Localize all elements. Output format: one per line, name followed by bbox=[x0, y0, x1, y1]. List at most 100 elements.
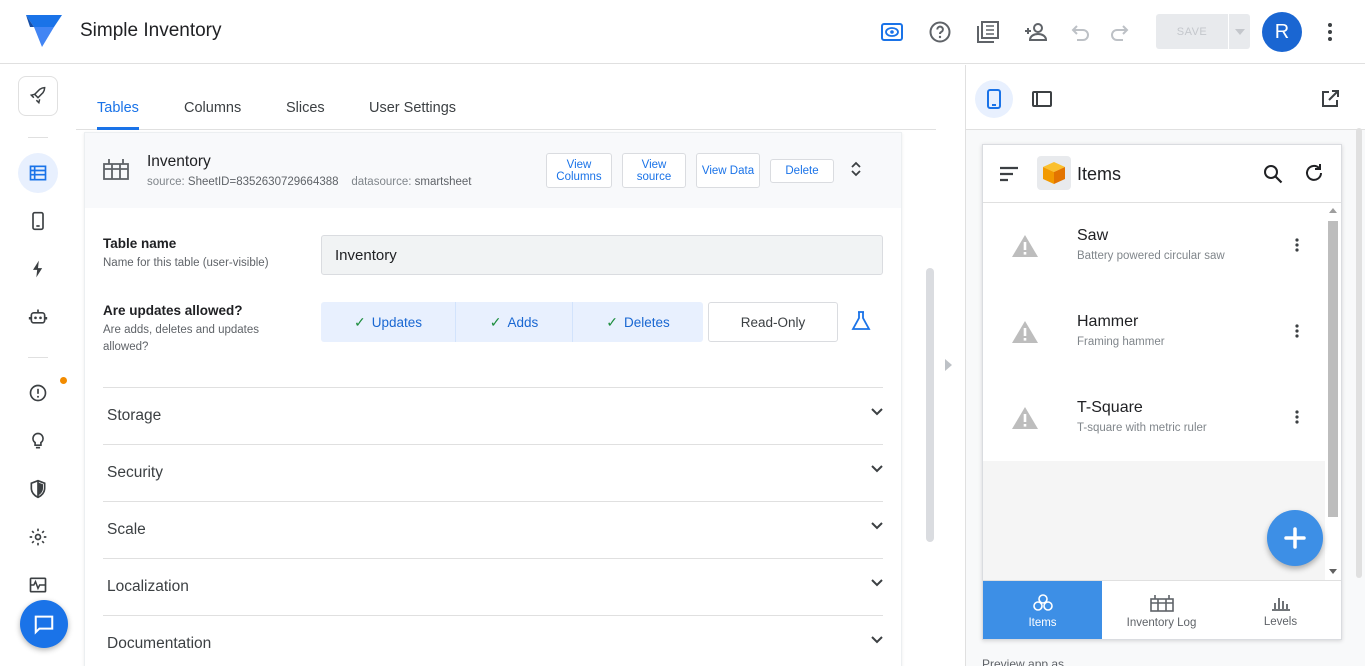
more-vert-icon[interactable] bbox=[1295, 324, 1299, 338]
search-icon[interactable] bbox=[1263, 164, 1283, 184]
deletes-toggle[interactable]: ✓ Deletes bbox=[572, 302, 703, 342]
more-vert-icon[interactable] bbox=[1295, 238, 1299, 252]
check-icon: ✓ bbox=[353, 313, 366, 330]
section-documentation[interactable]: Documentation bbox=[103, 615, 883, 666]
view-source-button[interactable]: View source bbox=[622, 153, 686, 188]
bar-chart-icon bbox=[1271, 597, 1290, 611]
check-icon: ✓ bbox=[489, 313, 502, 330]
chevron-down-icon bbox=[871, 579, 883, 587]
nav-items[interactable]: Items bbox=[983, 581, 1102, 639]
appsheet-logo[interactable] bbox=[26, 15, 62, 47]
adds-toggle[interactable]: ✓ Adds bbox=[455, 302, 572, 342]
mobile-preview-icon[interactable] bbox=[975, 80, 1013, 118]
active-tab-indicator bbox=[97, 127, 139, 130]
check-icon: ✓ bbox=[606, 313, 618, 330]
chevron-down-icon bbox=[871, 408, 883, 416]
open-in-new-icon[interactable] bbox=[1311, 80, 1349, 118]
plus-icon bbox=[1284, 527, 1306, 549]
lightbulb-icon[interactable] bbox=[18, 421, 58, 461]
menu-icon[interactable] bbox=[999, 166, 1019, 182]
warning-icon bbox=[1012, 321, 1038, 343]
app-scroll-thumb[interactable] bbox=[1328, 221, 1338, 517]
table-icon bbox=[1149, 594, 1174, 612]
section-scale[interactable]: Scale bbox=[103, 501, 883, 558]
notification-dot bbox=[60, 377, 67, 384]
chat-icon bbox=[34, 615, 54, 635]
preview-panel-scrollbar[interactable] bbox=[1356, 128, 1362, 578]
tab-tables[interactable]: Tables bbox=[97, 100, 139, 116]
monitoring-icon[interactable] bbox=[18, 565, 58, 605]
more-vert-icon[interactable] bbox=[1295, 410, 1299, 424]
app-bottom-nav: Items Inventory Log Levels bbox=[983, 580, 1341, 639]
redo-icon[interactable] bbox=[1106, 18, 1134, 46]
section-storage[interactable]: Storage bbox=[103, 387, 883, 444]
add-item-button[interactable] bbox=[1267, 510, 1323, 566]
table-icon bbox=[103, 159, 129, 180]
avatar[interactable]: R bbox=[1262, 12, 1302, 52]
boxes-icon bbox=[1032, 593, 1053, 611]
section-security[interactable]: Security bbox=[103, 444, 883, 501]
view-data-button[interactable]: View Data bbox=[696, 153, 760, 188]
delete-button[interactable]: Delete bbox=[770, 159, 834, 183]
app-preview-frame: Items Saw Battery powered circular saw H… bbox=[982, 144, 1342, 640]
rocket-icon[interactable] bbox=[18, 76, 58, 116]
table-card-header[interactable]: Inventory source: SheetID=83526307296643… bbox=[85, 133, 901, 208]
view-columns-button[interactable]: View Columns bbox=[546, 153, 612, 188]
flask-icon[interactable] bbox=[851, 311, 871, 331]
add-person-icon[interactable] bbox=[1022, 18, 1050, 46]
nav-inventory-log[interactable]: Inventory Log bbox=[1102, 581, 1221, 639]
preview-toolbar bbox=[966, 65, 1365, 130]
gallery-icon[interactable] bbox=[974, 18, 1002, 46]
left-nav-rail bbox=[0, 65, 76, 666]
tab-slices[interactable]: Slices bbox=[286, 100, 325, 116]
security-shield-icon[interactable] bbox=[18, 469, 58, 509]
section-localization[interactable]: Localization bbox=[103, 558, 883, 615]
save-dropdown-button[interactable] bbox=[1229, 14, 1250, 49]
updates-toggle[interactable]: ✓ Updates bbox=[321, 302, 455, 342]
read-only-toggle[interactable]: Read-Only bbox=[708, 302, 838, 342]
save-button[interactable]: SAVE bbox=[1156, 14, 1228, 49]
bot-icon[interactable] bbox=[18, 297, 58, 337]
box-icon bbox=[1037, 156, 1071, 190]
table-title: Inventory bbox=[147, 153, 211, 170]
expand-collapse-icon[interactable] bbox=[851, 161, 861, 177]
table-name-input[interactable]: Inventory bbox=[321, 235, 883, 275]
updates-allowed-help: Are adds, deletes and updates allowed? bbox=[103, 324, 260, 353]
tab-user-settings[interactable]: User Settings bbox=[369, 100, 456, 116]
preview-eye-icon[interactable] bbox=[878, 18, 906, 46]
chevron-down-icon bbox=[871, 465, 883, 473]
list-item[interactable]: T-Square T-square with metric ruler bbox=[983, 376, 1325, 462]
updates-allowed-label: Are updates allowed? bbox=[103, 303, 243, 318]
alert-circle-icon[interactable] bbox=[18, 373, 58, 413]
automation-bolt-icon[interactable] bbox=[18, 249, 58, 289]
table-card: Inventory source: SheetID=83526307296643… bbox=[84, 132, 902, 666]
scroll-up-icon bbox=[1329, 208, 1337, 213]
items-list: Saw Battery powered circular saw Hammer … bbox=[983, 204, 1325, 461]
data-table-icon[interactable] bbox=[18, 153, 58, 193]
nav-levels[interactable]: Levels bbox=[1221, 581, 1340, 639]
undo-icon[interactable] bbox=[1066, 18, 1094, 46]
help-icon[interactable] bbox=[926, 18, 954, 46]
tablet-preview-icon[interactable] bbox=[1023, 80, 1061, 118]
settings-gear-icon[interactable] bbox=[18, 517, 58, 557]
table-source-meta: source: SheetID=8352630729664388 datasou… bbox=[147, 176, 472, 188]
tab-columns[interactable]: Columns bbox=[184, 100, 241, 116]
chat-button[interactable] bbox=[20, 600, 68, 648]
collapse-panel-arrow-icon[interactable] bbox=[945, 359, 952, 371]
chevron-down-icon bbox=[871, 522, 883, 530]
more-vert-icon[interactable] bbox=[1318, 20, 1342, 44]
editor-scrollbar[interactable] bbox=[926, 268, 934, 542]
list-item[interactable]: Hammer Framing hammer bbox=[983, 290, 1325, 376]
app-view-title: Items bbox=[1077, 164, 1122, 184]
top-bar: Simple Inventory SAVE R bbox=[0, 0, 1365, 64]
phone-icon[interactable] bbox=[18, 201, 58, 241]
scroll-down-icon bbox=[1329, 569, 1337, 574]
warning-icon bbox=[1012, 407, 1038, 429]
app-header: Items bbox=[983, 145, 1341, 203]
refresh-icon[interactable] bbox=[1304, 163, 1324, 183]
list-item[interactable]: Saw Battery powered circular saw bbox=[983, 204, 1325, 290]
data-tabs: Tables Columns Slices User Settings bbox=[76, 65, 936, 130]
table-name-label: Table name bbox=[103, 236, 177, 251]
chevron-down-icon bbox=[1234, 28, 1245, 35]
warning-icon bbox=[1012, 235, 1038, 257]
